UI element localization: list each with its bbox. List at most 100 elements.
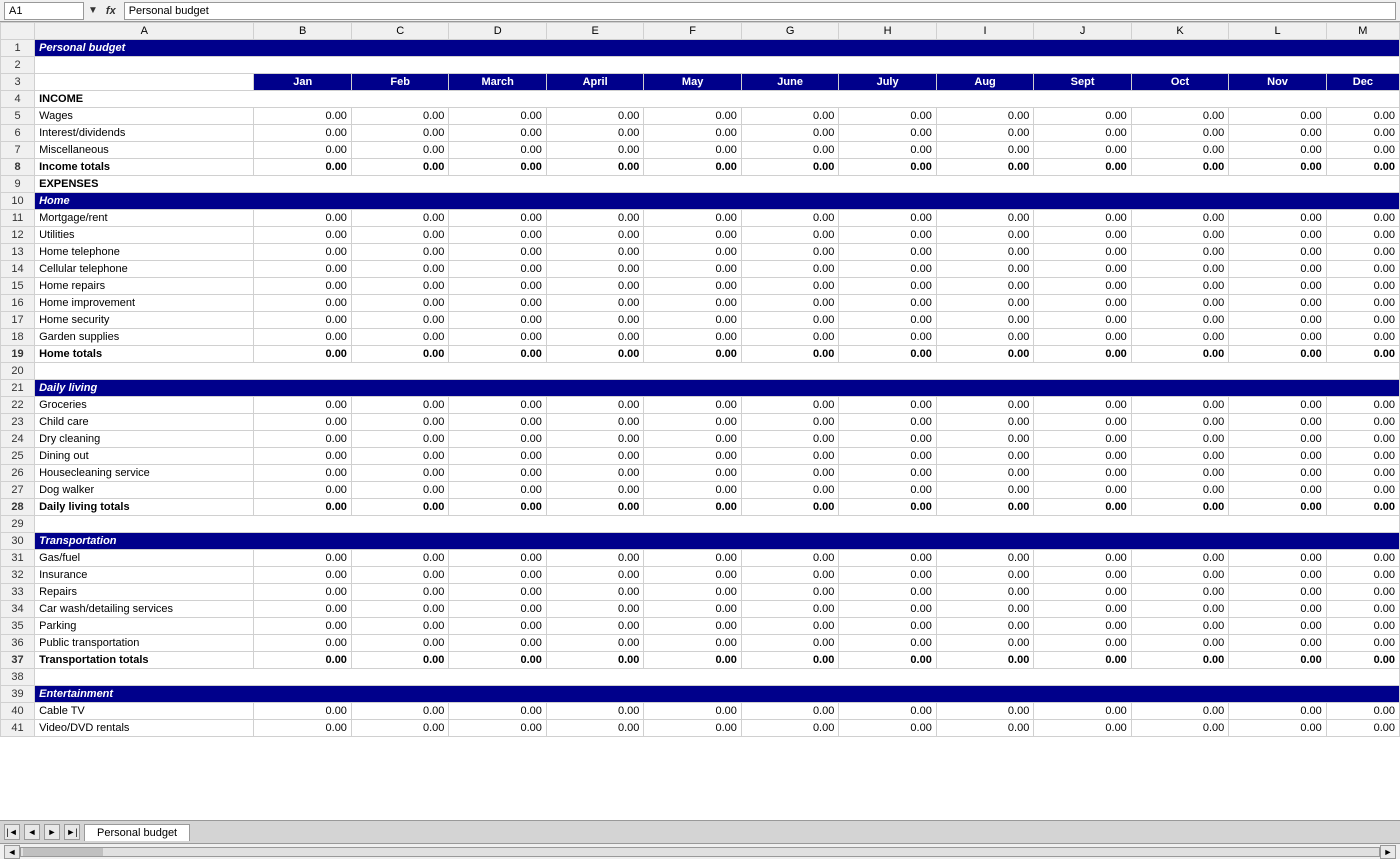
- wages-apr[interactable]: 0.00: [546, 108, 643, 125]
- col-header-a[interactable]: A: [35, 23, 254, 40]
- row-2: 2: [1, 57, 1400, 74]
- row-19-home-totals: 19 Home totals 0.000.000.000.000.000.000…: [1, 346, 1400, 363]
- title-cell[interactable]: Personal budget: [35, 40, 1400, 57]
- row-12: 12Utilities0.000.000.000.000.000.000.000…: [1, 227, 1400, 244]
- col-header-e[interactable]: E: [546, 23, 643, 40]
- row-11: 11Mortgage/rent0.000.000.000.000.000.000…: [1, 210, 1400, 227]
- row-23: 23Child care0.000.000.000.000.000.000.00…: [1, 414, 1400, 431]
- corner-cell: [1, 23, 35, 40]
- row-27: 27Dog walker0.000.000.000.000.000.000.00…: [1, 482, 1400, 499]
- row-7-misc: 7 Miscellaneous 0.000.00 0.000.00 0.000.…: [1, 142, 1400, 159]
- row-34: 34Car wash/detailing services0.000.000.0…: [1, 601, 1400, 618]
- column-headers-row: A B C D E F G H I J K L M: [1, 23, 1400, 40]
- wages-mar[interactable]: 0.00: [449, 108, 546, 125]
- formula-input[interactable]: Personal budget: [124, 2, 1396, 20]
- col-header-d[interactable]: D: [449, 23, 546, 40]
- row-24: 24Dry cleaning0.000.000.000.000.000.000.…: [1, 431, 1400, 448]
- app-container: A1 ▼ fx Personal budget: [0, 0, 1400, 859]
- income-totals-label: Income totals: [35, 159, 254, 176]
- row-38: 38: [1, 669, 1400, 686]
- row-17: 17Home security0.000.000.000.000.000.000…: [1, 312, 1400, 329]
- row-5-wages: 5 Wages 0.00 0.00 0.00 0.00 0.00 0.00 0.…: [1, 108, 1400, 125]
- row-16: 16Home improvement0.000.000.000.000.000.…: [1, 295, 1400, 312]
- col-header-j[interactable]: J: [1034, 23, 1131, 40]
- row-9-expenses: 9 EXPENSES: [1, 176, 1400, 193]
- row-20: 20: [1, 363, 1400, 380]
- month-sept: Sept: [1034, 74, 1131, 91]
- row-41: 41Video/DVD rentals0.000.000.000.000.000…: [1, 720, 1400, 737]
- row-10-home: 10 Home: [1, 193, 1400, 210]
- row-32: 32Insurance0.000.000.000.000.000.000.000…: [1, 567, 1400, 584]
- month-march: March: [449, 74, 546, 91]
- col-header-l[interactable]: L: [1229, 23, 1326, 40]
- transport-section-header: Transportation: [35, 533, 1400, 550]
- horizontal-scrollbar[interactable]: ◄ ►: [0, 843, 1400, 859]
- scroll-left-btn[interactable]: ◄: [4, 845, 20, 859]
- row-num-8: 8: [1, 159, 35, 176]
- scroll-track[interactable]: [20, 847, 1380, 857]
- sheet-nav-next[interactable]: ►: [44, 824, 60, 840]
- row-num-5: 5: [1, 108, 35, 125]
- wages-nov[interactable]: 0.00: [1229, 108, 1326, 125]
- row-num-10: 10: [1, 193, 35, 210]
- sheet-nav-prev[interactable]: ◄: [24, 824, 40, 840]
- col-header-c[interactable]: C: [351, 23, 448, 40]
- col-header-m[interactable]: M: [1326, 23, 1399, 40]
- sheet-area: A B C D E F G H I J K L M 1: [0, 22, 1400, 820]
- month-may: May: [644, 74, 741, 91]
- col-header-b[interactable]: B: [254, 23, 351, 40]
- row-21-daily: 21 Daily living: [1, 380, 1400, 397]
- transport-totals-label: Transportation totals: [35, 652, 254, 669]
- wages-oct[interactable]: 0.00: [1131, 108, 1228, 125]
- row-18: 18Garden supplies0.000.000.000.000.000.0…: [1, 329, 1400, 346]
- interest-label[interactable]: Interest/dividends: [35, 125, 254, 142]
- row-4-income-heading: 4 INCOME: [1, 91, 1400, 108]
- wages-jun[interactable]: 0.00: [741, 108, 838, 125]
- month-feb: Feb: [351, 74, 448, 91]
- wages-jul[interactable]: 0.00: [839, 108, 936, 125]
- row-14: 14Cellular telephone0.000.000.000.000.00…: [1, 261, 1400, 278]
- row-36: 36Public transportation0.000.000.000.000…: [1, 635, 1400, 652]
- wages-feb[interactable]: 0.00: [351, 108, 448, 125]
- sheet-nav-first[interactable]: |◄: [4, 824, 20, 840]
- home-section-header: Home: [35, 193, 1400, 210]
- entertainment-section-header: Entertainment: [35, 686, 1400, 703]
- wages-dec[interactable]: 0.00: [1326, 108, 1399, 125]
- month-aug: Aug: [936, 74, 1033, 91]
- col-header-k[interactable]: K: [1131, 23, 1228, 40]
- row-3-months: 3 Jan Feb March April May June July Aug …: [1, 74, 1400, 91]
- row-40: 40Cable TV0.000.000.000.000.000.000.000.…: [1, 703, 1400, 720]
- wages-aug[interactable]: 0.00: [936, 108, 1033, 125]
- formula-bar: A1 ▼ fx Personal budget: [0, 0, 1400, 22]
- row-39-entertain: 39 Entertainment: [1, 686, 1400, 703]
- scroll-right-btn[interactable]: ►: [1380, 845, 1396, 859]
- wages-sep[interactable]: 0.00: [1034, 108, 1131, 125]
- col-header-i[interactable]: I: [936, 23, 1033, 40]
- col-header-h[interactable]: H: [839, 23, 936, 40]
- row-num-2: 2: [1, 57, 35, 74]
- daily-totals-label: Daily living totals: [35, 499, 254, 516]
- row-num-3: 3: [1, 74, 35, 91]
- row-26: 26Housecleaning service0.000.000.000.000…: [1, 465, 1400, 482]
- row-num-7: 7: [1, 142, 35, 159]
- cell-reference-box[interactable]: A1: [4, 2, 84, 20]
- wages-label[interactable]: Wages: [35, 108, 254, 125]
- row-15: 15Home repairs0.000.000.000.000.000.000.…: [1, 278, 1400, 295]
- dropdown-arrow-icon[interactable]: ▼: [88, 5, 98, 16]
- row-8-income-totals: 8 Income totals 0.000.00 0.000.00 0.000.…: [1, 159, 1400, 176]
- col-header-g[interactable]: G: [741, 23, 838, 40]
- scroll-thumb[interactable]: [23, 848, 103, 856]
- wages-may[interactable]: 0.00: [644, 108, 741, 125]
- month-july: July: [839, 74, 936, 91]
- wages-jan[interactable]: 0.00: [254, 108, 351, 125]
- col-header-f[interactable]: F: [644, 23, 741, 40]
- row-29: 29: [1, 516, 1400, 533]
- misc-label[interactable]: Miscellaneous: [35, 142, 254, 159]
- sheet-tab-personal-budget[interactable]: Personal budget: [84, 824, 190, 841]
- row-30-transport: 30 Transportation: [1, 533, 1400, 550]
- row-num-1: 1: [1, 40, 35, 57]
- month-oct: Oct: [1131, 74, 1228, 91]
- sheet-nav-last[interactable]: ►|: [64, 824, 80, 840]
- month-nov: Nov: [1229, 74, 1326, 91]
- row-6-interest: 6 Interest/dividends 0.000.00 0.000.00 0…: [1, 125, 1400, 142]
